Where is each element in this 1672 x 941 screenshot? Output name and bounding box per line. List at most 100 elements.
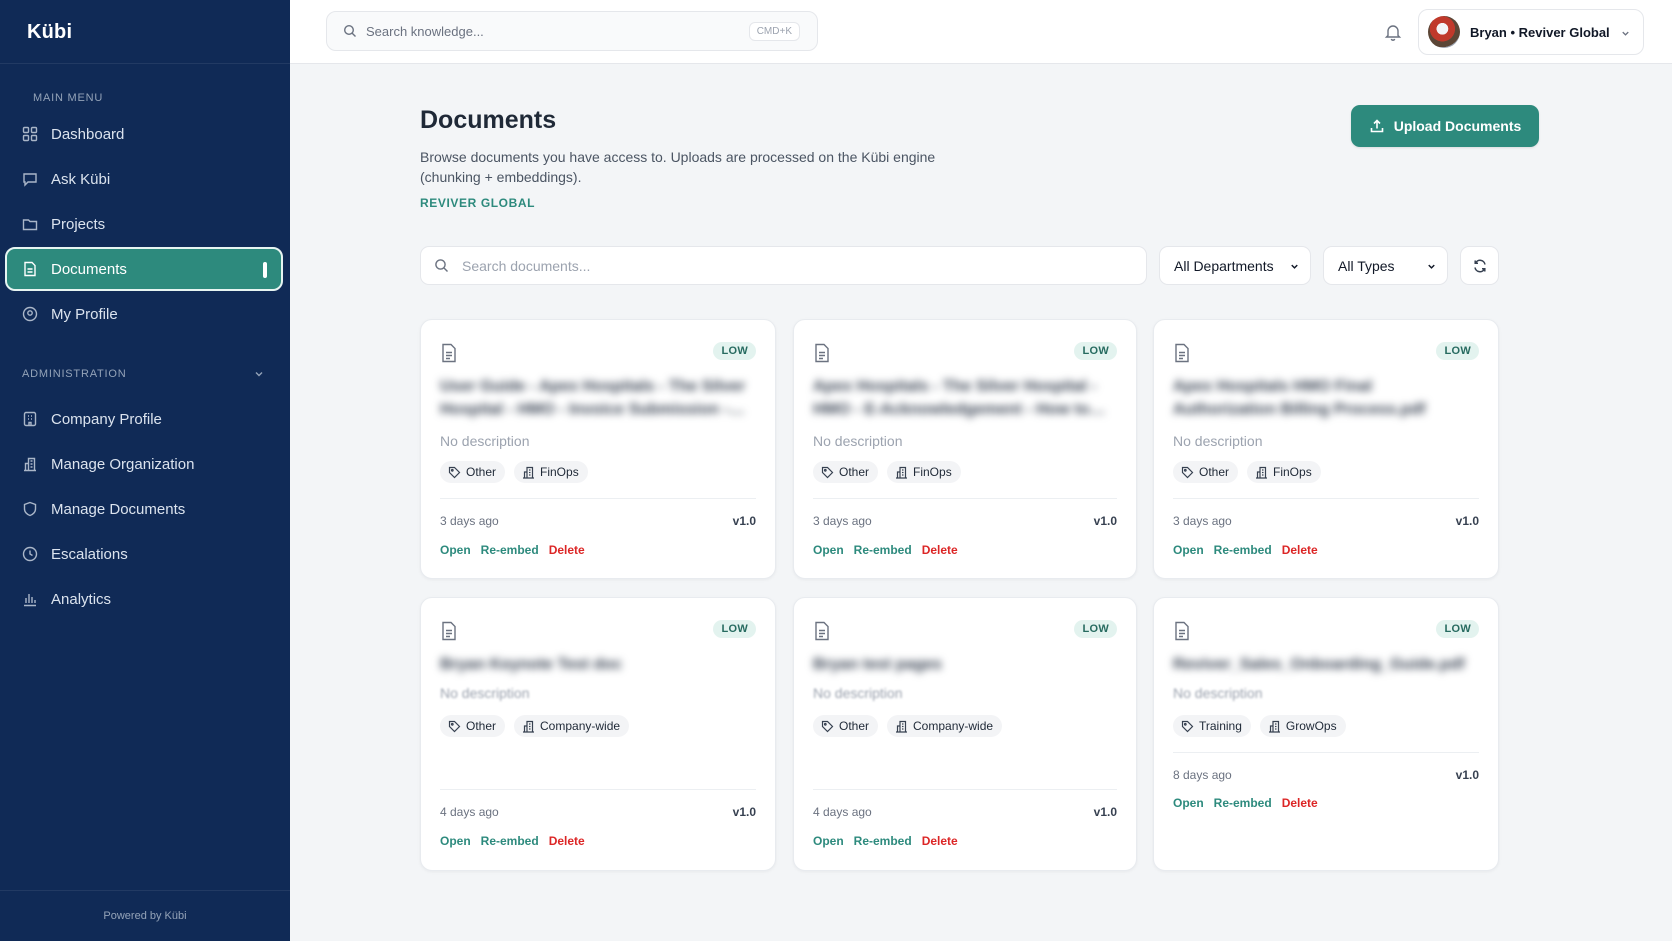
sidebar-item-manage-organization[interactable]: Manage Organization bbox=[5, 442, 283, 486]
document-title[interactable]: Apex Hospitals - The Silver Hospital - H… bbox=[813, 375, 1108, 421]
document-card[interactable]: LOW User Guide - Apex Hospitals - The Si… bbox=[420, 319, 776, 579]
department-tag-label: FinOps bbox=[913, 465, 952, 479]
shield-icon bbox=[22, 501, 38, 517]
sidebar-item-documents[interactable]: Documents bbox=[5, 247, 283, 291]
card-actions: Open Re-embed Delete bbox=[1173, 543, 1318, 557]
knowledge-search-input[interactable]: Search knowledge... CMD+K bbox=[326, 11, 818, 51]
document-card[interactable]: LOW Bryan test pages No description Othe… bbox=[793, 597, 1137, 871]
re-embed-button[interactable]: Re-embed bbox=[1214, 543, 1272, 557]
sidebar-item-label: Analytics bbox=[51, 590, 112, 608]
type-tag-label: Other bbox=[466, 465, 497, 479]
tag-list: Other Company-wide bbox=[813, 715, 1003, 737]
app-logo[interactable]: Kübi bbox=[27, 21, 72, 44]
document-title[interactable]: Reviver_Sales_Onboarding_Guide.pdf bbox=[1173, 653, 1470, 676]
sidebar-item-my-profile[interactable]: My Profile bbox=[5, 292, 283, 336]
type-tag: Other bbox=[440, 461, 506, 483]
department-tag: FinOps bbox=[514, 461, 588, 483]
type-filter-select[interactable]: All Types bbox=[1323, 246, 1448, 285]
department-tag-label: Company-wide bbox=[540, 719, 621, 733]
re-embed-button[interactable]: Re-embed bbox=[1214, 796, 1272, 810]
card-divider bbox=[440, 789, 756, 790]
user-menu-button[interactable]: Bryan • Reviver Global bbox=[1418, 9, 1644, 55]
risk-badge: LOW bbox=[1074, 342, 1117, 360]
upload-icon bbox=[1369, 118, 1385, 134]
sidebar-item-label: Escalations bbox=[51, 545, 128, 563]
sidebar-item-manage-documents[interactable]: Manage Documents bbox=[5, 487, 283, 531]
tag-list: Other FinOps bbox=[440, 461, 588, 483]
delete-button[interactable]: Delete bbox=[549, 543, 585, 557]
document-card[interactable]: LOW Reviver_Sales_Onboarding_Guide.pdf N… bbox=[1153, 597, 1499, 871]
building-icon bbox=[22, 411, 38, 427]
department-tag-label: FinOps bbox=[540, 465, 579, 479]
document-title[interactable]: Bryan test pages bbox=[813, 653, 1108, 676]
document-title[interactable]: User Guide - Apex Hospitals - The Silver… bbox=[440, 375, 747, 421]
sidebar-item-label: Projects bbox=[51, 215, 106, 233]
open-button[interactable]: Open bbox=[1173, 796, 1204, 810]
bell-icon[interactable] bbox=[1383, 22, 1403, 42]
department-tag: GrowOps bbox=[1259, 715, 1346, 737]
avatar bbox=[1428, 16, 1460, 48]
document-title[interactable]: Apex Hospitals HMO Final Authorization B… bbox=[1173, 375, 1470, 421]
building-icon bbox=[1255, 466, 1268, 479]
delete-button[interactable]: Delete bbox=[1282, 543, 1318, 557]
refresh-button[interactable] bbox=[1460, 246, 1499, 285]
document-description: No description bbox=[813, 433, 903, 449]
sidebar-item-ask-kubi[interactable]: Ask Kübi bbox=[5, 157, 283, 201]
document-title[interactable]: Bryan Keynote Test doc bbox=[440, 653, 747, 676]
type-tag-label: Other bbox=[839, 465, 870, 479]
re-embed-button[interactable]: Re-embed bbox=[481, 834, 539, 848]
upload-documents-label: Upload Documents bbox=[1393, 118, 1522, 134]
type-tag-label: Other bbox=[1199, 465, 1230, 479]
re-embed-button[interactable]: Re-embed bbox=[481, 543, 539, 557]
re-embed-button[interactable]: Re-embed bbox=[854, 834, 912, 848]
knowledge-search-placeholder: Search knowledge... bbox=[366, 23, 484, 39]
clock-icon bbox=[22, 546, 38, 562]
delete-button[interactable]: Delete bbox=[1282, 796, 1318, 810]
document-icon bbox=[22, 261, 38, 277]
card-divider bbox=[1173, 752, 1479, 753]
risk-badge: LOW bbox=[1436, 620, 1479, 638]
building-icon bbox=[895, 720, 908, 733]
building-icon bbox=[895, 466, 908, 479]
open-button[interactable]: Open bbox=[813, 834, 844, 848]
chevron-down-icon bbox=[1428, 264, 1435, 269]
search-icon bbox=[434, 258, 449, 273]
chevron-down-icon[interactable] bbox=[253, 368, 265, 380]
type-tag: Other bbox=[440, 715, 506, 737]
department-tag-label: FinOps bbox=[1273, 465, 1312, 479]
page-title: Documents bbox=[420, 106, 557, 134]
department-filter-select[interactable]: All Departments bbox=[1159, 246, 1311, 285]
open-button[interactable]: Open bbox=[813, 543, 844, 557]
document-icon bbox=[815, 343, 829, 363]
sidebar-item-label: Dashboard bbox=[51, 125, 125, 143]
card-divider bbox=[1173, 498, 1479, 499]
open-button[interactable]: Open bbox=[440, 834, 471, 848]
department-tag: Company-wide bbox=[514, 715, 630, 737]
sidebar-item-projects[interactable]: Projects bbox=[5, 202, 283, 246]
document-card[interactable]: LOW Apex Hospitals - The Silver Hospital… bbox=[793, 319, 1137, 579]
sidebar-item-label: Documents bbox=[51, 260, 127, 278]
document-version: v1.0 bbox=[1093, 514, 1117, 528]
sidebar-item-dashboard[interactable]: Dashboard bbox=[5, 112, 283, 156]
type-filter-value: All Types bbox=[1338, 257, 1395, 274]
open-button[interactable]: Open bbox=[1173, 543, 1204, 557]
sidebar-item-analytics[interactable]: Analytics bbox=[5, 577, 283, 621]
delete-button[interactable]: Delete bbox=[922, 834, 958, 848]
type-tag: Other bbox=[1173, 461, 1239, 483]
open-button[interactable]: Open bbox=[440, 543, 471, 557]
delete-button[interactable]: Delete bbox=[549, 834, 585, 848]
document-search-input[interactable] bbox=[462, 257, 1102, 274]
department-tag: FinOps bbox=[887, 461, 961, 483]
document-card[interactable]: LOW Apex Hospitals HMO Final Authorizati… bbox=[1153, 319, 1499, 579]
delete-button[interactable]: Delete bbox=[922, 543, 958, 557]
chat-icon bbox=[22, 171, 38, 187]
department-tag: Company-wide bbox=[887, 715, 1003, 737]
re-embed-button[interactable]: Re-embed bbox=[854, 543, 912, 557]
chevron-down-icon bbox=[1622, 31, 1629, 36]
top-header: Search knowledge... CMD+K Bryan • Revive… bbox=[290, 0, 1672, 64]
sidebar-item-escalations[interactable]: Escalations bbox=[5, 532, 283, 576]
upload-documents-button[interactable]: Upload Documents bbox=[1351, 105, 1539, 147]
document-card[interactable]: LOW Bryan Keynote Test doc No descriptio… bbox=[420, 597, 776, 871]
sidebar-item-company-profile[interactable]: Company Profile bbox=[5, 397, 283, 441]
tag-icon bbox=[821, 466, 834, 479]
